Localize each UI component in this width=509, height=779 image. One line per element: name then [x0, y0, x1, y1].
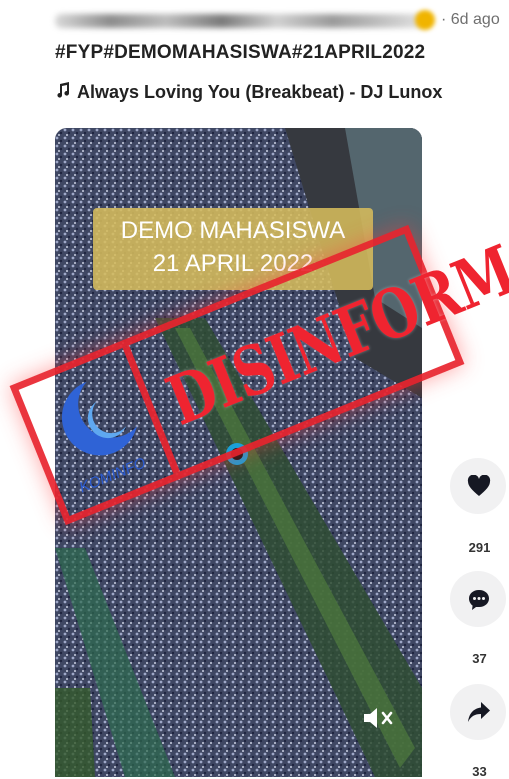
post-time: · 6d ago — [441, 11, 500, 28]
post-caption[interactable]: #FYP#DEMOMAHASISWA#21APRIL2022 — [55, 42, 425, 64]
blurred-avatar-icon — [415, 10, 435, 30]
heart-icon — [467, 475, 491, 496]
share-button[interactable] — [450, 684, 506, 740]
comment-icon — [469, 590, 489, 610]
comment-count: 37 — [472, 651, 487, 666]
music-title: Always Loving You (Breakbeat) - DJ Lunox — [77, 82, 443, 102]
kominfo-logo: KOMINFO — [27, 358, 167, 511]
speaker-muted-icon[interactable] — [360, 704, 400, 732]
music-link[interactable]: Always Loving You (Breakbeat) - DJ Lunox — [55, 82, 442, 103]
overlay-line-1: DEMO MAHASISWA — [120, 217, 346, 244]
post-header: · 6d ago — [55, 8, 509, 34]
like-count: 291 — [468, 540, 491, 555]
like-button[interactable] — [450, 458, 506, 514]
blurred-username[interactable] — [55, 14, 425, 28]
share-icon — [468, 702, 490, 722]
comment-button[interactable] — [450, 571, 506, 627]
music-note-icon — [55, 82, 77, 103]
